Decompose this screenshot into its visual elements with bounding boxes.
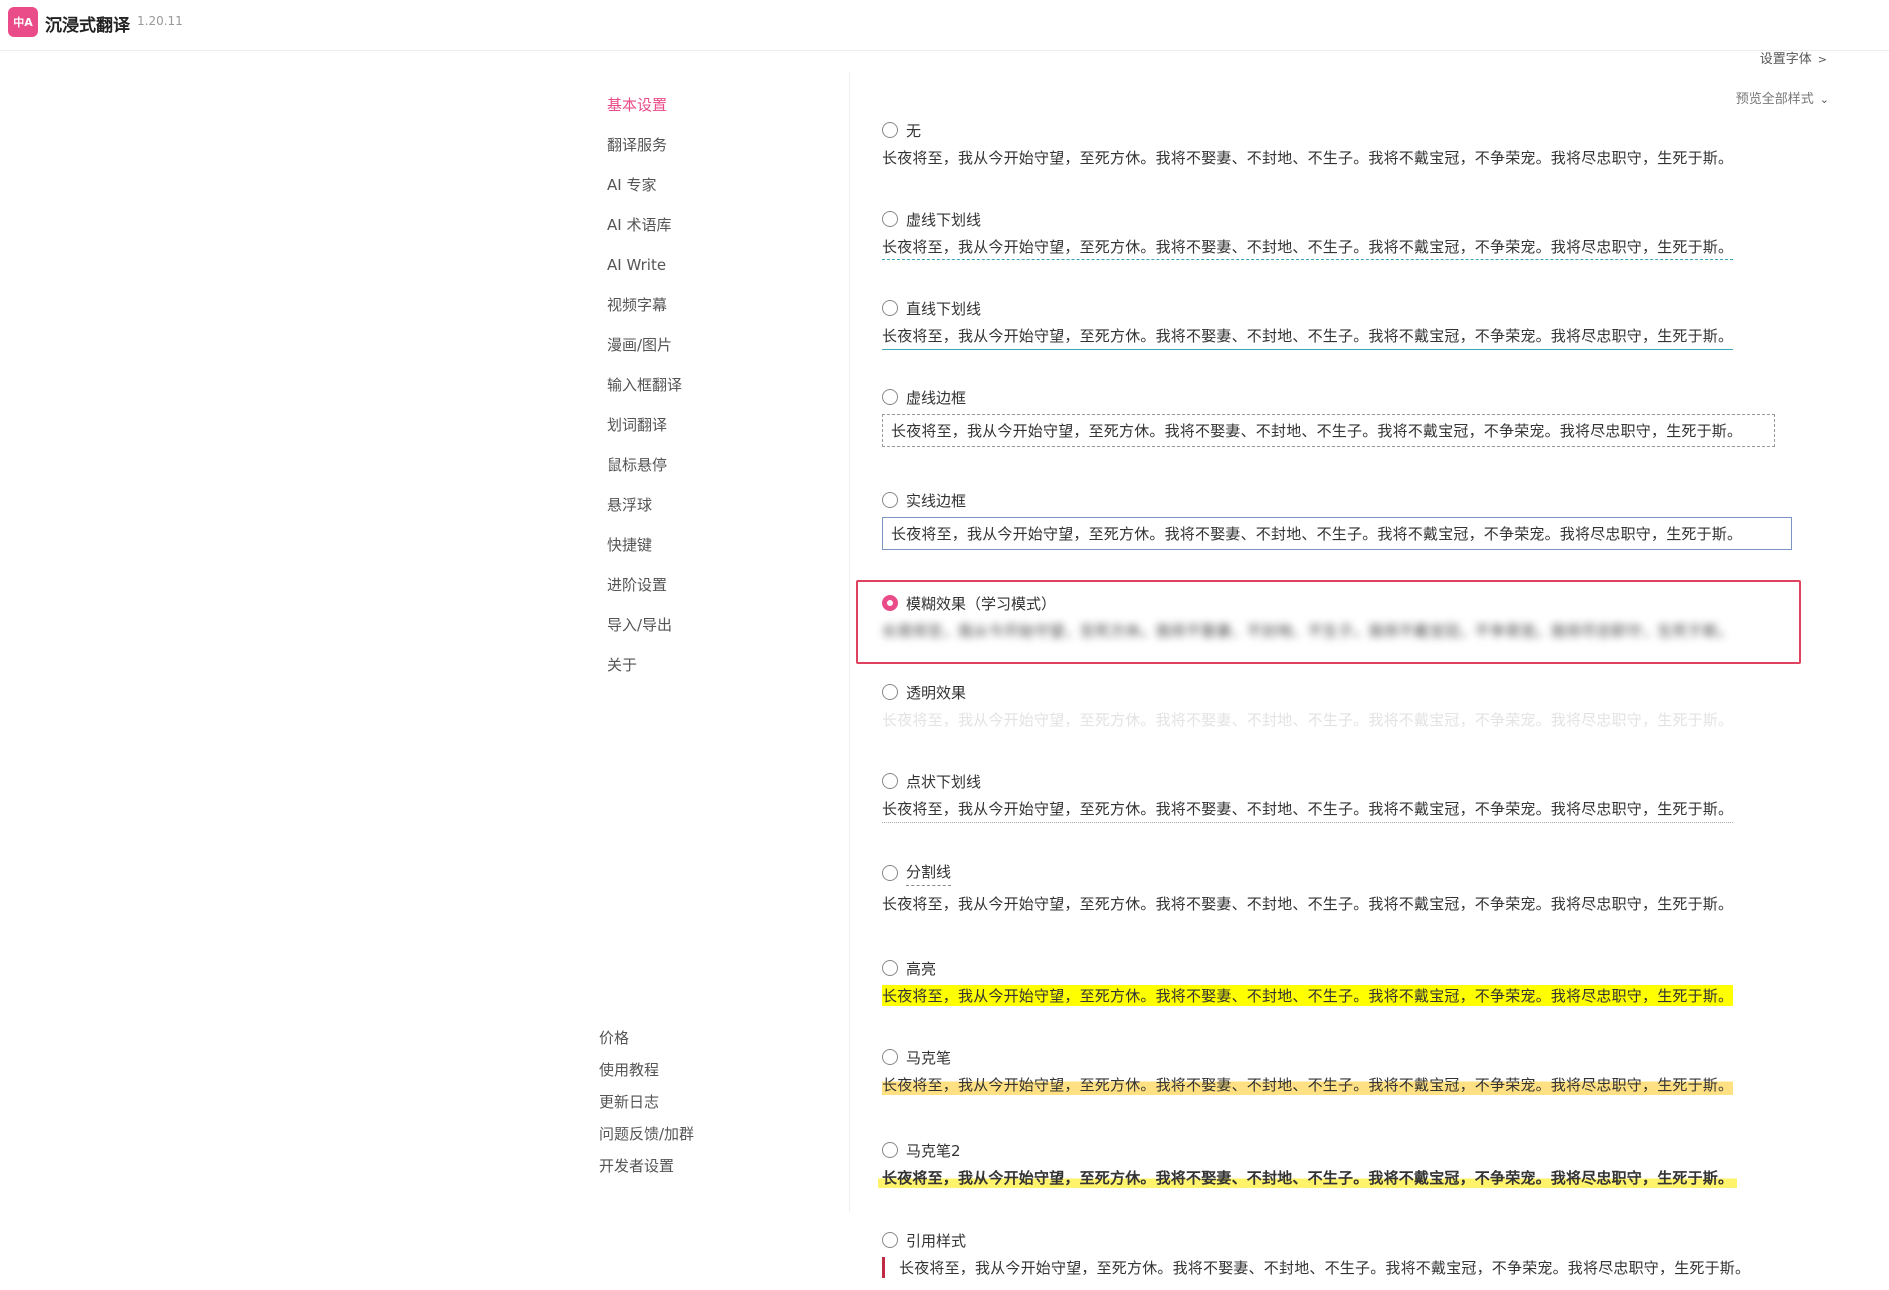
link-developer-settings[interactable]: 开发者设置 xyxy=(599,1153,694,1185)
sidebar-bottom-links: 价格 使用教程 更新日志 问题反馈/加群 开发者设置 xyxy=(599,1025,694,1185)
sidebar-item-floating-ball[interactable]: 悬浮球 xyxy=(607,488,682,528)
settings-font-label: 设置字体 xyxy=(1759,52,1812,67)
style-option-marker2[interactable]: 马克笔2 长夜将至，我从今开始守望，至死方休。我将不娶妻、不封地、不生子。我将不… xyxy=(878,1138,1812,1188)
link-tutorial[interactable]: 使用教程 xyxy=(599,1057,694,1089)
sidebar-item-comics-images[interactable]: 漫画/图片 xyxy=(607,328,682,368)
sidebar-item-import-export[interactable]: 导入/导出 xyxy=(607,608,682,648)
radio-button[interactable] xyxy=(882,211,898,227)
sidebar-item-basic-settings[interactable]: 基本设置 xyxy=(607,88,682,128)
style-preview-text: 长夜将至，我从今开始守望，至死方休。我将不娶妻、不封地、不生子。我将不戴宝冠，不… xyxy=(882,798,1734,823)
chevron-down-icon: ⌄ xyxy=(1819,93,1829,106)
style-label: 虚线下划线 xyxy=(906,210,982,229)
radio-button[interactable] xyxy=(882,684,898,700)
style-label: 高亮 xyxy=(906,959,937,978)
sidebar-item-ai-write[interactable]: AI Write xyxy=(607,248,682,288)
style-option-dotted-underline[interactable]: 点状下划线 长夜将至，我从今开始守望，至死方休。我将不娶妻、不封地、不生子。我将… xyxy=(882,769,1812,823)
style-option-solid-underline[interactable]: 直线下划线 长夜将至，我从今开始守望，至死方休。我将不娶妻、不封地、不生子。我将… xyxy=(882,296,1812,350)
style-option-transparent[interactable]: 透明效果 长夜将至，我从今开始守望，至死方休。我将不娶妻、不封地、不生子。我将不… xyxy=(882,680,1812,730)
style-label: 虚线边框 xyxy=(906,388,967,407)
style-preview-text: 长夜将至，我从今开始守望，至死方休。我将不娶妻、不封地、不生子。我将不戴宝冠，不… xyxy=(882,1074,1734,1095)
style-preview-text: 长夜将至，我从今开始守望，至死方休。我将不娶妻、不封地、不生子。我将不戴宝冠，不… xyxy=(882,711,1734,729)
link-pricing[interactable]: 价格 xyxy=(599,1025,694,1057)
sidebar-item-shortcuts[interactable]: 快捷键 xyxy=(607,528,682,568)
style-option-quote[interactable]: 引用样式 长夜将至，我从今开始守望，至死方休。我将不娶妻、不封地、不生子。我将不… xyxy=(882,1228,1812,1278)
style-preview-text: 长夜将至，我从今开始守望，至死方休。我将不娶妻、不封地、不生子。我将不戴宝冠，不… xyxy=(882,149,1734,167)
style-preview-text: 长夜将至，我从今开始守望，至死方休。我将不娶妻、不封地、不生子。我将不戴宝冠，不… xyxy=(882,325,1734,350)
style-preview-text: 长夜将至，我从今开始守望，至死方休。我将不娶妻、不封地、不生子。我将不戴宝冠，不… xyxy=(882,517,1792,550)
radio-button[interactable] xyxy=(882,1049,898,1065)
style-label: 马克笔 xyxy=(906,1048,952,1067)
style-label: 实线边框 xyxy=(906,491,967,510)
sidebar-item-mouse-hover[interactable]: 鼠标悬停 xyxy=(607,448,682,488)
style-option-dashed-border[interactable]: 虚线边框 长夜将至，我从今开始守望，至死方休。我将不娶妻、不封地、不生子。我将不… xyxy=(882,385,1812,447)
content-divider xyxy=(849,72,850,1212)
sidebar-nav: 基本设置 翻译服务 AI 专家 AI 术语库 AI Write 视频字幕 漫画/… xyxy=(607,88,682,688)
style-label: 直线下划线 xyxy=(906,299,982,318)
link-changelog[interactable]: 更新日志 xyxy=(599,1089,694,1121)
app-version: 1.20.11 xyxy=(137,14,183,28)
style-preview-text: 长夜将至，我从今开始守望，至死方休。我将不娶妻、不封地、不生子。我将不戴宝冠，不… xyxy=(882,895,1734,913)
style-option-divider[interactable]: 分割线 长夜将至，我从今开始守望，至死方休。我将不娶妻、不封地、不生子。我将不戴… xyxy=(882,858,1812,914)
radio-button[interactable] xyxy=(882,865,898,881)
style-preview-text: 长夜将至，我从今开始守望，至死方休。我将不娶妻、不封地、不生子。我将不戴宝冠，不… xyxy=(882,985,1734,1006)
sidebar-item-advanced-settings[interactable]: 进阶设置 xyxy=(607,568,682,608)
style-label: 引用样式 xyxy=(906,1231,967,1250)
style-option-blur[interactable]: 模糊效果（学习模式） 长夜将至，我从今开始守望，至死方休。我将不娶妻、不封地、不… xyxy=(882,591,1812,641)
radio-button-checked[interactable] xyxy=(882,595,898,611)
style-preview-text: 长夜将至，我从今开始守望，至死方休。我将不娶妻、不封地、不生子。我将不戴宝冠，不… xyxy=(882,236,1734,260)
preview-all-label: 预览全部样式 xyxy=(1735,92,1814,107)
radio-button[interactable] xyxy=(882,389,898,405)
sidebar-item-video-subtitles[interactable]: 视频字幕 xyxy=(607,288,682,328)
app-logo-icon: 中A xyxy=(8,7,38,37)
style-label: 模糊效果（学习模式） xyxy=(906,594,1057,613)
style-option-highlight[interactable]: 高亮 长夜将至，我从今开始守望，至死方休。我将不娶妻、不封地、不生子。我将不戴宝… xyxy=(882,956,1812,1006)
top-bar: 中A 沉浸式翻译 1.20.11 xyxy=(0,0,1889,51)
style-label: 无 xyxy=(906,121,922,140)
sidebar-item-about[interactable]: 关于 xyxy=(607,648,682,688)
radio-button[interactable] xyxy=(882,492,898,508)
style-option-marker[interactable]: 马克笔 长夜将至，我从今开始守望，至死方休。我将不娶妻、不封地、不生子。我将不戴… xyxy=(882,1045,1812,1095)
settings-font-link[interactable]: 设置字体 > xyxy=(1760,48,1827,67)
style-label: 点状下划线 xyxy=(906,772,982,791)
radio-button[interactable] xyxy=(882,1142,898,1158)
sidebar-item-input-translation[interactable]: 输入框翻译 xyxy=(607,368,682,408)
sidebar-item-ai-expert[interactable]: AI 专家 xyxy=(607,168,682,208)
radio-button[interactable] xyxy=(882,1232,898,1248)
style-preview-text: 长夜将至，我从今开始守望，至死方休。我将不娶妻、不封地、不生子。我将不戴宝冠，不… xyxy=(882,414,1775,447)
sidebar-item-ai-glossary[interactable]: AI 术语库 xyxy=(607,208,682,248)
radio-button[interactable] xyxy=(882,773,898,789)
style-label: 分割线 xyxy=(906,861,952,886)
sidebar-item-selection-translation[interactable]: 划词翻译 xyxy=(607,408,682,448)
style-preview-text: 长夜将至，我从今开始守望，至死方休。我将不娶妻、不封地、不生子。我将不戴宝冠，不… xyxy=(882,1257,1750,1278)
style-option-solid-border[interactable]: 实线边框 长夜将至，我从今开始守望，至死方休。我将不娶妻、不封地、不生子。我将不… xyxy=(882,488,1812,550)
style-option-dashed-underline[interactable]: 虚线下划线 长夜将至，我从今开始守望，至死方休。我将不娶妻、不封地、不生子。我将… xyxy=(882,207,1812,260)
preview-all-styles-dropdown[interactable]: 预览全部样式 ⌄ xyxy=(1736,88,1829,107)
style-label: 马克笔2 xyxy=(906,1141,961,1160)
style-label: 透明效果 xyxy=(906,683,967,702)
app-title: 沉浸式翻译 xyxy=(45,16,130,36)
sidebar-item-translation-service[interactable]: 翻译服务 xyxy=(607,128,682,168)
radio-button[interactable] xyxy=(882,122,898,138)
link-feedback-group[interactable]: 问题反馈/加群 xyxy=(599,1121,694,1153)
style-preview-text: 长夜将至，我从今开始守望，至死方休。我将不娶妻、不封地、不生子。我将不戴宝冠，不… xyxy=(882,622,1734,640)
radio-button[interactable] xyxy=(882,960,898,976)
style-preview-text: 长夜将至，我从今开始守望，至死方休。我将不娶妻、不封地、不生子。我将不戴宝冠，不… xyxy=(878,1167,1738,1188)
chevron-right-icon: > xyxy=(1817,53,1827,66)
radio-button[interactable] xyxy=(882,300,898,316)
style-option-none[interactable]: 无 长夜将至，我从今开始守望，至死方休。我将不娶妻、不封地、不生子。我将不戴宝冠… xyxy=(882,118,1812,168)
